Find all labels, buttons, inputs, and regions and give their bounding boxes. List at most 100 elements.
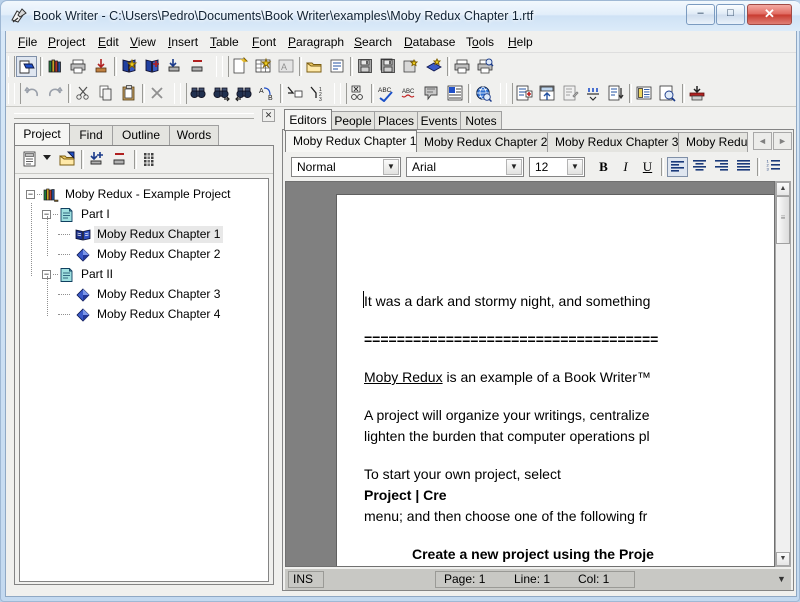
style-combo[interactable]: Normal ▼ [291, 157, 401, 177]
toolbar-button-save-copy[interactable] [424, 56, 445, 77]
tree-item-label[interactable]: Part II [78, 266, 116, 283]
scroll-down-arrow[interactable]: ▼ [776, 552, 790, 566]
toolbar-button-thesaurus[interactable]: ABC [399, 83, 420, 104]
category-tab-editors[interactable]: Editors [284, 109, 332, 131]
toolbar-button-find-previous[interactable] [234, 83, 255, 104]
toolbar-button-browse-records[interactable] [657, 83, 678, 104]
toolbar-button-import-record[interactable] [537, 83, 558, 104]
toolbar-button-save-as[interactable] [401, 56, 422, 77]
toolbar-button-find-next[interactable] [211, 83, 232, 104]
chevron-down-icon[interactable]: ▼ [506, 159, 522, 175]
toolbar-button-find[interactable] [188, 83, 209, 104]
toolbar-button-compile[interactable] [687, 83, 708, 104]
toolbar-button-comment[interactable] [422, 83, 443, 104]
toolbar-grip[interactable] [180, 83, 187, 104]
tree-item-label[interactable]: Moby Redux Chapter 3 [94, 286, 223, 303]
category-tab-events[interactable]: Events [417, 111, 461, 131]
font-size-combo[interactable]: 12 ▼ [529, 157, 585, 177]
menu-item-database[interactable]: Database [398, 34, 461, 50]
toolbar-button-edit-record[interactable] [560, 83, 581, 104]
tree-item-label[interactable]: Moby Redux - Example Project [62, 186, 233, 203]
document-tab-1[interactable]: Moby Redux Chapter 1.rtf [285, 130, 417, 152]
toolbar-button-delete[interactable] [147, 83, 168, 104]
left-tab-words[interactable]: Words [169, 125, 219, 145]
toolbar-button-chapter-properties[interactable] [142, 56, 163, 77]
tab-scroll-left-icon[interactable]: ◄ [753, 132, 772, 150]
dock-grip[interactable] [14, 113, 254, 119]
toolbar-button-save-all[interactable] [378, 56, 399, 77]
toolbar-button-new-from-template[interactable] [253, 56, 274, 77]
bold-button[interactable]: B [593, 157, 614, 177]
document-tab-4[interactable]: Moby Redux [678, 132, 748, 152]
toolbar-button-save[interactable] [355, 56, 376, 77]
tree-expander[interactable]: − [26, 190, 35, 199]
project-toolbar-remove-item[interactable] [110, 149, 131, 170]
menu-item-search[interactable]: Search [348, 34, 398, 50]
project-toolbar-arrange[interactable] [140, 149, 161, 170]
menu-item-paragraph[interactable]: Paragraph [282, 34, 350, 50]
menu-item-help[interactable]: Help [502, 34, 539, 50]
menu-item-project[interactable]: Project [42, 34, 91, 50]
document-tab-2[interactable]: Moby Redux Chapter 2.rtf [416, 132, 548, 152]
document-viewport[interactable]: It was a dark and stormy night, and some… [285, 181, 775, 567]
toolbar-button-replace[interactable]: AB [257, 83, 278, 104]
maximize-button[interactable]: □ [716, 4, 745, 25]
toolbar-button-add-record[interactable] [514, 83, 535, 104]
toolbar-button-open-folder[interactable] [304, 56, 325, 77]
italic-button[interactable]: I [615, 157, 636, 177]
toolbar-grip[interactable] [340, 83, 347, 104]
menu-item-file[interactable]: File [12, 34, 43, 50]
toolbar-button-select-object[interactable] [348, 83, 369, 104]
toolbar-button-library[interactable] [45, 56, 66, 77]
menu-item-edit[interactable]: Edit [92, 34, 125, 50]
category-tab-notes[interactable]: Notes [460, 111, 502, 131]
align-center-button[interactable] [689, 157, 710, 177]
toolbar-grip[interactable] [14, 83, 21, 104]
menu-item-table[interactable]: Table [204, 34, 245, 50]
toolbar-button-web-search[interactable] [473, 83, 494, 104]
close-button[interactable]: ✕ [747, 4, 792, 25]
toolbar-button-spellcheck[interactable]: ABC [376, 83, 397, 104]
left-tab-find[interactable]: Find [69, 125, 113, 145]
project-toolbar-open-project[interactable] [57, 149, 78, 170]
menu-item-view[interactable]: View [124, 34, 162, 50]
tab-scroll-right-icon[interactable]: ► [773, 132, 792, 150]
document-tab-3[interactable]: Moby Redux Chapter 3.rtf [547, 132, 679, 152]
toolbar-button-export-project[interactable] [91, 56, 112, 77]
toolbar-button-print-preview[interactable] [475, 56, 496, 77]
toolbar-button-cut[interactable] [73, 83, 94, 104]
scroll-up-arrow[interactable]: ▲ [776, 182, 790, 196]
toolbar-button-goto[interactable] [285, 83, 306, 104]
underline-button[interactable]: U [637, 157, 658, 177]
document-page[interactable]: It was a dark and stormy night, and some… [336, 194, 775, 567]
tree-item-label[interactable]: Moby Redux Chapter 2 [94, 246, 223, 263]
numbered-list-button[interactable]: 123 [763, 157, 784, 177]
category-tab-people[interactable]: People [331, 111, 375, 131]
toolbar-button-redo[interactable] [45, 83, 66, 104]
project-toolbar-project-view[interactable] [21, 149, 42, 170]
document-vscrollbar[interactable]: ▲ ≡ ▼ [775, 181, 791, 567]
tree-item-label[interactable]: Moby Redux Chapter 4 [94, 306, 223, 323]
tree-item-label[interactable]: Moby Redux Chapter 1 [94, 226, 223, 243]
menu-item-tools[interactable]: Tools [460, 34, 500, 50]
toolbar-button-insert-item[interactable] [165, 56, 186, 77]
toolbar-button-card-view[interactable] [634, 83, 655, 104]
toolbar-button-goto-line[interactable]: 123 [308, 83, 329, 104]
left-tab-project[interactable]: Project [14, 123, 70, 145]
project-tree[interactable]: −Moby Redux - Example Project−Part IMoby… [19, 178, 269, 582]
toolbar-button-undo[interactable] [22, 83, 43, 104]
minimize-button[interactable]: – [686, 4, 715, 25]
tree-item-label[interactable]: Part I [78, 206, 113, 223]
toolbar-button-copy[interactable] [96, 83, 117, 104]
toolbar-grip[interactable] [222, 56, 229, 77]
align-right-button[interactable] [711, 157, 732, 177]
toolbar-button-print[interactable] [452, 56, 473, 77]
menu-item-font[interactable]: Font [246, 34, 282, 50]
font-combo[interactable]: Arial ▼ [406, 157, 524, 177]
chevron-down-icon[interactable]: ▼ [383, 159, 399, 175]
category-tab-places[interactable]: Places [374, 111, 418, 131]
toolbar-button-text-object[interactable]: A [276, 56, 297, 77]
status-dropdown-icon[interactable]: ▼ [775, 573, 788, 586]
align-left-button[interactable] [667, 157, 688, 177]
toolbar-button-sort-records[interactable] [606, 83, 627, 104]
